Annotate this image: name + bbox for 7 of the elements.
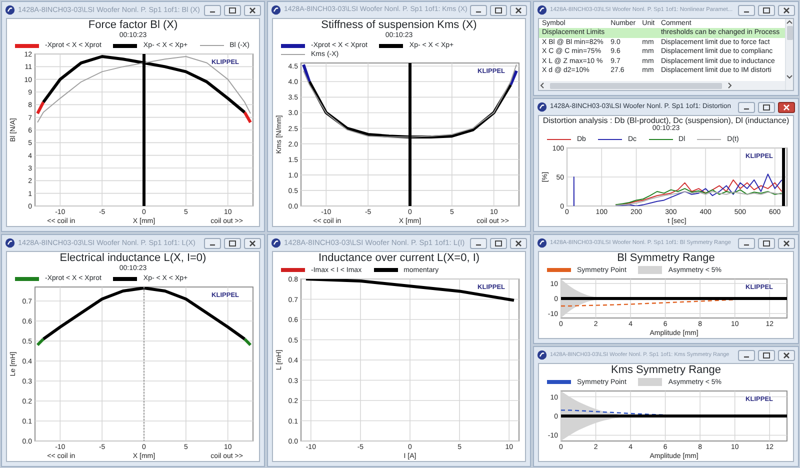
chart-title: Electrical inductance L(X, I=0)	[58, 252, 208, 265]
chart-title: Bl Symmetry Range	[616, 252, 716, 265]
chart-title: Distortion analysis : Db (Bl-product), Dc (suspension), Dl (inductance)	[542, 116, 790, 125]
chart-title: Stiffness of suspension Kms (X)	[320, 19, 478, 32]
chart-title: Kms Symmetry Range	[610, 364, 722, 377]
chart-title: Force factor Bl (X)	[87, 19, 179, 32]
chart-title: Inductance over current L(X=0, I)	[317, 252, 481, 265]
